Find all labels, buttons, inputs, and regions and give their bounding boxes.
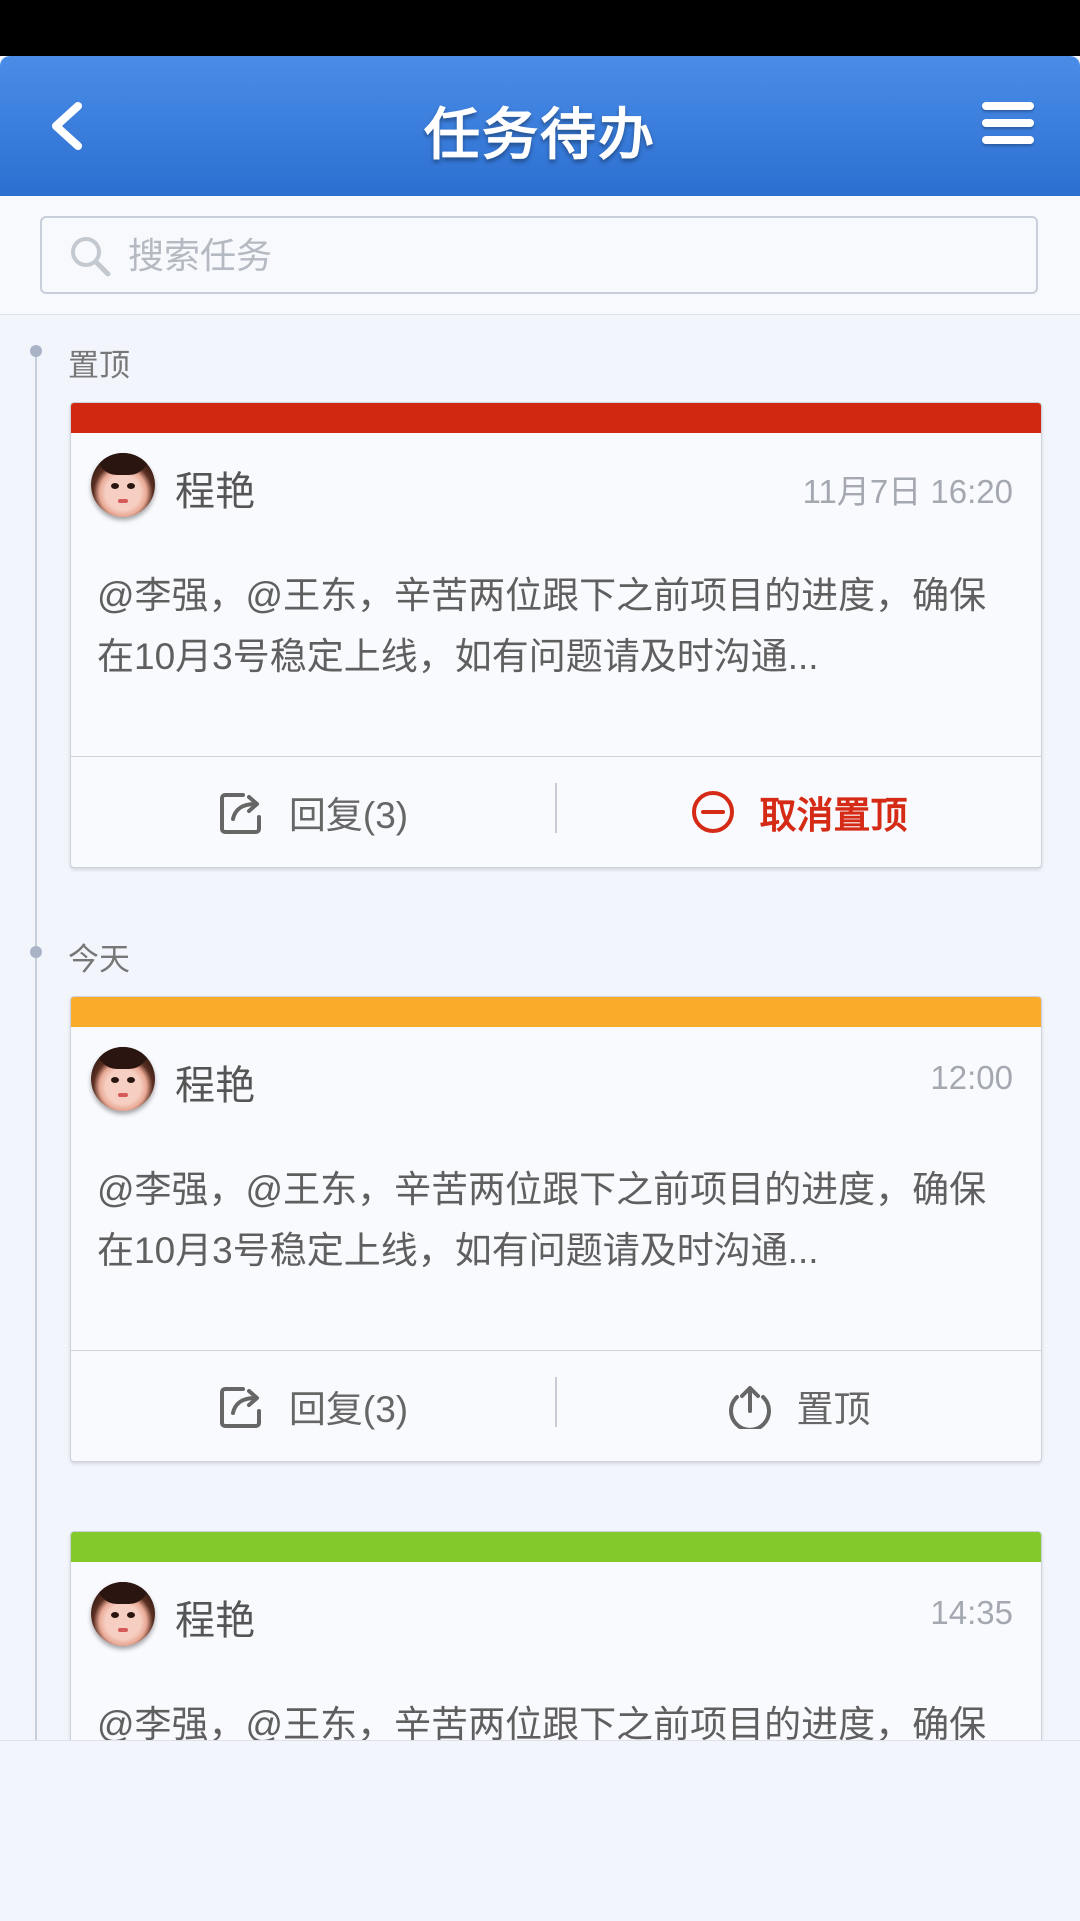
reply-share-icon <box>219 1387 261 1428</box>
timeline-line <box>35 350 37 1740</box>
section-label-pinned: 置顶 <box>68 348 130 383</box>
timestamp: 11月7日 16:20 <box>802 473 1013 510</box>
hamburger-icon-bar <box>982 119 1034 127</box>
top-navigation-bar: 任务待办 <box>0 56 1080 196</box>
pin-top-button[interactable]: 置顶 <box>556 1351 1041 1461</box>
card-header: 程艳 12:00 <box>71 1027 1041 1131</box>
search-box[interactable] <box>40 216 1038 294</box>
bottom-blank-area <box>0 1740 1080 1921</box>
author-name: 程艳 <box>175 1064 255 1108</box>
avatar <box>91 1582 155 1646</box>
hamburger-icon-bar <box>982 102 1034 110</box>
minus-circle-icon <box>691 791 734 833</box>
reply-button[interactable]: 回复(3) <box>71 757 556 867</box>
page-title: 任务待办 <box>424 103 656 166</box>
card-priority-bar <box>71 997 1041 1027</box>
timeline-dot <box>30 345 42 357</box>
reply-button[interactable]: 回复(3) <box>71 1351 556 1461</box>
task-content: @李强，@王东，辛苦两位跟下之前项目的进度，确保在10月3号稳定上线，如有问题请… <box>97 1169 987 1271</box>
reply-label: 回复(3) <box>288 795 409 836</box>
task-card[interactable]: 程艳 12:00 @李强，@王东，辛苦两位跟下之前项目的进度，确保在10月3号稳… <box>70 996 1042 1462</box>
reply-share-icon <box>219 793 261 834</box>
card-header: 程艳 14:35 <box>71 1562 1041 1666</box>
card-priority-bar <box>71 403 1041 433</box>
menu-button[interactable] <box>982 102 1034 150</box>
section-label-today: 今天 <box>68 942 130 977</box>
status-bar <box>0 0 1080 56</box>
search-input[interactable] <box>126 226 1010 286</box>
search-icon <box>71 237 111 277</box>
card-actions: 回复(3) 取消置顶 <box>71 756 1041 867</box>
hamburger-icon-bar <box>982 136 1034 144</box>
timeline-dot <box>30 946 42 958</box>
timestamp: 14:35 <box>930 1594 1013 1631</box>
card-header: 程艳 11月7日 16:20 <box>71 433 1041 537</box>
avatar <box>91 453 155 517</box>
search-bar-container <box>0 196 1080 315</box>
task-card[interactable]: 程艳 11月7日 16:20 @李强，@王东，辛苦两位跟下之前项目的进度，确保在… <box>70 402 1042 868</box>
reply-label: 回复(3) <box>288 1389 409 1430</box>
card-actions: 回复(3) 置顶 <box>71 1350 1041 1461</box>
card-priority-bar <box>71 1532 1041 1562</box>
timestamp: 12:00 <box>930 1059 1013 1096</box>
author-name: 程艳 <box>175 1599 255 1643</box>
pin-top-icon <box>728 1386 771 1429</box>
avatar <box>91 1047 155 1111</box>
pin-top-label: 置顶 <box>796 1389 871 1430</box>
unpin-button[interactable]: 取消置顶 <box>556 757 1041 867</box>
author-name: 程艳 <box>175 470 255 514</box>
unpin-label: 取消置顶 <box>759 795 908 836</box>
task-content: @李强，@王东，辛苦两位跟下之前项目的进度，确保在10月3号稳定上线，如有问题请… <box>97 575 987 677</box>
